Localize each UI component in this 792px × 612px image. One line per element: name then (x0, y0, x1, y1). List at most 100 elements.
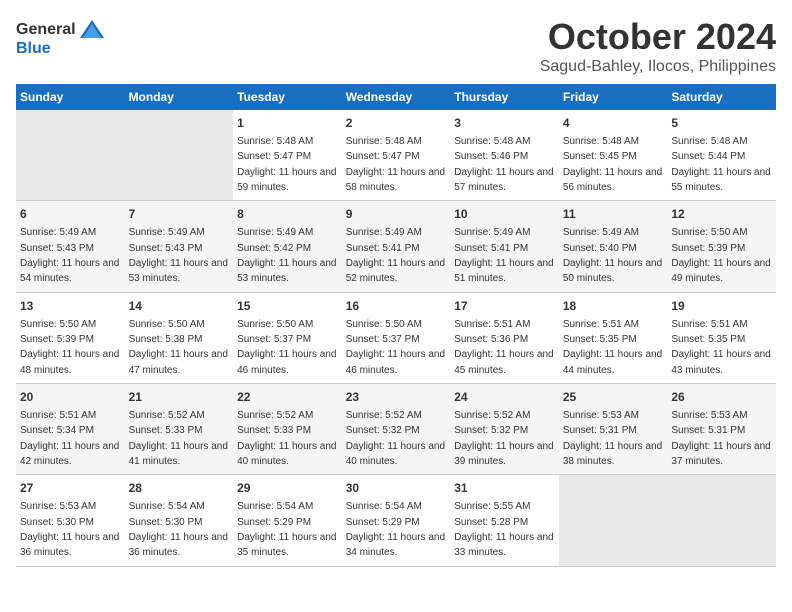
calendar-cell: 16 Sunrise: 5:50 AM Sunset: 5:37 PM Dayl… (342, 292, 451, 383)
daylight-text: Daylight: 11 hours and 52 minutes. (346, 258, 445, 284)
daylight-text: Daylight: 11 hours and 56 minutes. (563, 167, 662, 193)
daylight-text: Daylight: 11 hours and 35 minutes. (237, 532, 336, 558)
daylight-text: Daylight: 11 hours and 34 minutes. (346, 532, 445, 558)
sunrise-text: Sunrise: 5:50 AM (671, 227, 747, 238)
sunrise-text: Sunrise: 5:52 AM (346, 410, 422, 421)
day-number: 1 (237, 115, 338, 132)
day-number: 14 (129, 298, 230, 315)
day-number: 16 (346, 298, 447, 315)
day-of-week-header: Friday (559, 84, 668, 110)
sunrise-text: Sunrise: 5:54 AM (129, 501, 205, 512)
day-number: 21 (129, 389, 230, 406)
day-number: 9 (346, 206, 447, 223)
logo-icon (78, 16, 106, 44)
calendar-cell: 8 Sunrise: 5:49 AM Sunset: 5:42 PM Dayli… (233, 201, 342, 292)
sunrise-text: Sunrise: 5:49 AM (237, 227, 313, 238)
calendar-cell (559, 475, 668, 566)
logo: General Blue (16, 16, 106, 58)
daylight-text: Daylight: 11 hours and 42 minutes. (20, 441, 119, 467)
day-number: 23 (346, 389, 447, 406)
sunset-text: Sunset: 5:46 PM (454, 151, 528, 162)
day-number: 7 (129, 206, 230, 223)
calendar-cell: 11 Sunrise: 5:49 AM Sunset: 5:40 PM Dayl… (559, 201, 668, 292)
calendar-cell: 5 Sunrise: 5:48 AM Sunset: 5:44 PM Dayli… (667, 110, 776, 201)
daylight-text: Daylight: 11 hours and 37 minutes. (671, 441, 770, 467)
calendar-cell: 26 Sunrise: 5:53 AM Sunset: 5:31 PM Dayl… (667, 384, 776, 475)
day-of-week-header: Saturday (667, 84, 776, 110)
calendar-body: 1 Sunrise: 5:48 AM Sunset: 5:47 PM Dayli… (16, 110, 776, 566)
daylight-text: Daylight: 11 hours and 36 minutes. (129, 532, 228, 558)
daylight-text: Daylight: 11 hours and 41 minutes. (129, 441, 228, 467)
calendar-week-row: 27 Sunrise: 5:53 AM Sunset: 5:30 PM Dayl… (16, 475, 776, 566)
daylight-text: Daylight: 11 hours and 47 minutes. (129, 349, 228, 375)
day-of-week-header: Thursday (450, 84, 559, 110)
sunset-text: Sunset: 5:45 PM (563, 151, 637, 162)
sunset-text: Sunset: 5:41 PM (454, 243, 528, 254)
sunset-text: Sunset: 5:35 PM (563, 334, 637, 345)
calendar-cell: 25 Sunrise: 5:53 AM Sunset: 5:31 PM Dayl… (559, 384, 668, 475)
day-number: 18 (563, 298, 664, 315)
month-title: October 2024 (540, 16, 776, 58)
sunset-text: Sunset: 5:30 PM (20, 517, 94, 528)
day-number: 10 (454, 206, 555, 223)
daylight-text: Daylight: 11 hours and 58 minutes. (346, 167, 445, 193)
sunset-text: Sunset: 5:31 PM (563, 425, 637, 436)
calendar-header: SundayMondayTuesdayWednesdayThursdayFrid… (16, 84, 776, 110)
sunset-text: Sunset: 5:31 PM (671, 425, 745, 436)
sunrise-text: Sunrise: 5:55 AM (454, 501, 530, 512)
sunset-text: Sunset: 5:32 PM (454, 425, 528, 436)
sunrise-text: Sunrise: 5:48 AM (563, 136, 639, 147)
day-number: 2 (346, 115, 447, 132)
calendar-cell: 30 Sunrise: 5:54 AM Sunset: 5:29 PM Dayl… (342, 475, 451, 566)
day-number: 5 (671, 115, 772, 132)
sunrise-text: Sunrise: 5:52 AM (129, 410, 205, 421)
sunrise-text: Sunrise: 5:48 AM (346, 136, 422, 147)
calendar-week-row: 13 Sunrise: 5:50 AM Sunset: 5:39 PM Dayl… (16, 292, 776, 383)
sunset-text: Sunset: 5:28 PM (454, 517, 528, 528)
daylight-text: Daylight: 11 hours and 54 minutes. (20, 258, 119, 284)
daylight-text: Daylight: 11 hours and 40 minutes. (237, 441, 336, 467)
calendar-cell: 24 Sunrise: 5:52 AM Sunset: 5:32 PM Dayl… (450, 384, 559, 475)
calendar-cell: 3 Sunrise: 5:48 AM Sunset: 5:46 PM Dayli… (450, 110, 559, 201)
calendar-week-row: 6 Sunrise: 5:49 AM Sunset: 5:43 PM Dayli… (16, 201, 776, 292)
daylight-text: Daylight: 11 hours and 53 minutes. (129, 258, 228, 284)
sunrise-text: Sunrise: 5:52 AM (454, 410, 530, 421)
calendar-cell: 27 Sunrise: 5:53 AM Sunset: 5:30 PM Dayl… (16, 475, 125, 566)
calendar-cell: 15 Sunrise: 5:50 AM Sunset: 5:37 PM Dayl… (233, 292, 342, 383)
day-number: 19 (671, 298, 772, 315)
sunrise-text: Sunrise: 5:51 AM (454, 319, 530, 330)
sunrise-text: Sunrise: 5:50 AM (346, 319, 422, 330)
sunset-text: Sunset: 5:29 PM (237, 517, 311, 528)
sunset-text: Sunset: 5:39 PM (671, 243, 745, 254)
calendar-cell: 1 Sunrise: 5:48 AM Sunset: 5:47 PM Dayli… (233, 110, 342, 201)
sunrise-text: Sunrise: 5:50 AM (129, 319, 205, 330)
sunset-text: Sunset: 5:36 PM (454, 334, 528, 345)
day-number: 30 (346, 480, 447, 497)
calendar-cell: 9 Sunrise: 5:49 AM Sunset: 5:41 PM Dayli… (342, 201, 451, 292)
day-number: 13 (20, 298, 121, 315)
calendar-cell (667, 475, 776, 566)
sunset-text: Sunset: 5:37 PM (237, 334, 311, 345)
sunrise-text: Sunrise: 5:52 AM (237, 410, 313, 421)
daylight-text: Daylight: 11 hours and 38 minutes. (563, 441, 662, 467)
sunset-text: Sunset: 5:44 PM (671, 151, 745, 162)
calendar-cell: 28 Sunrise: 5:54 AM Sunset: 5:30 PM Dayl… (125, 475, 234, 566)
calendar-cell (125, 110, 234, 201)
sunset-text: Sunset: 5:42 PM (237, 243, 311, 254)
day-of-week-header: Wednesday (342, 84, 451, 110)
daylight-text: Daylight: 11 hours and 33 minutes. (454, 532, 553, 558)
sunset-text: Sunset: 5:35 PM (671, 334, 745, 345)
sunrise-text: Sunrise: 5:53 AM (563, 410, 639, 421)
sunrise-text: Sunrise: 5:51 AM (563, 319, 639, 330)
calendar-cell: 23 Sunrise: 5:52 AM Sunset: 5:32 PM Dayl… (342, 384, 451, 475)
sunset-text: Sunset: 5:38 PM (129, 334, 203, 345)
sunset-text: Sunset: 5:37 PM (346, 334, 420, 345)
daylight-text: Daylight: 11 hours and 44 minutes. (563, 349, 662, 375)
daylight-text: Daylight: 11 hours and 36 minutes. (20, 532, 119, 558)
calendar-cell: 31 Sunrise: 5:55 AM Sunset: 5:28 PM Dayl… (450, 475, 559, 566)
day-number: 25 (563, 389, 664, 406)
daylight-text: Daylight: 11 hours and 48 minutes. (20, 349, 119, 375)
sunrise-text: Sunrise: 5:49 AM (563, 227, 639, 238)
sunset-text: Sunset: 5:34 PM (20, 425, 94, 436)
day-number: 22 (237, 389, 338, 406)
